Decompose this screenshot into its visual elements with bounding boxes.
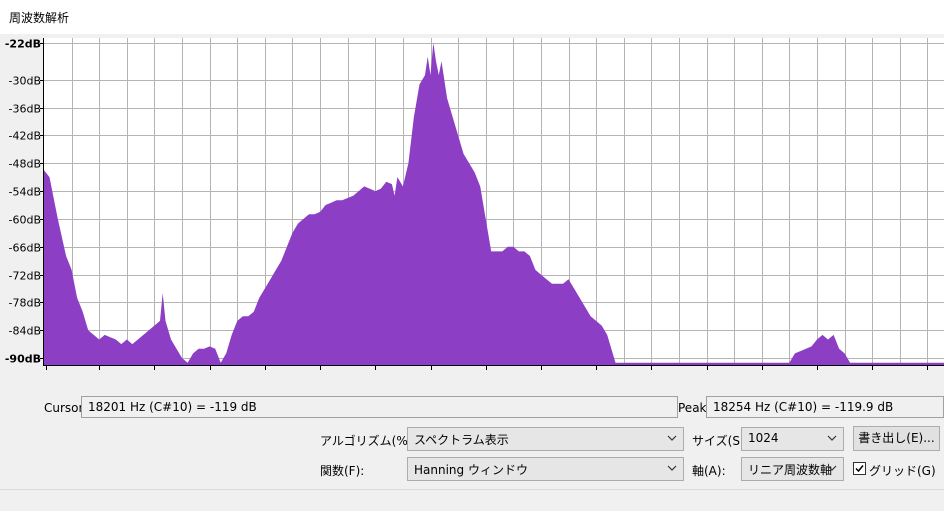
y-tick-label: -60dB [9,214,42,227]
chevron-down-icon [667,435,677,441]
y-tick-label: -54dB [9,186,42,199]
peak-readout: 18254 Hz (C#10) = -119.9 dB [706,396,944,418]
export-button[interactable]: 書き出し(E)... [853,426,940,451]
y-tick-label: -84dB [9,325,42,338]
y-tick-label: -78dB [9,297,42,310]
y-tick-label: -72dB [9,270,42,283]
size-value: 1024 [748,431,779,445]
window-title: 周波数解析 [9,11,70,25]
y-tick-label: -22dB [5,38,41,51]
axis-select[interactable]: リニア周波数軸 [741,457,844,481]
status-bar [0,489,944,511]
function-value: Hanning ウィンドウ [414,463,528,477]
y-tick-label: -42dB [9,130,42,143]
algorithm-select[interactable]: スペクトラム表示 [407,427,684,451]
axis-label: 軸(A): [692,464,726,478]
y-tick-label: -66dB [9,242,42,255]
function-label: 関数(F): [320,464,365,478]
y-tick-label: -90dB [5,353,41,366]
axis-value: リニア周波数軸 [748,463,833,477]
algorithm-value: スペクトラム表示 [414,433,509,447]
spectrum-chart[interactable]: -22dB -30dB -36dB -42dB -48dB -54dB -60dB -66dB… [0,34,944,384]
grid-checkbox[interactable] [853,462,866,475]
size-select[interactable]: 1024 [741,427,844,451]
chevron-down-icon [667,465,677,471]
chevron-down-icon [827,435,837,441]
grid-checkbox-label[interactable]: グリッド(G) [869,462,936,479]
title-bar: 周波数解析 [0,0,944,34]
function-select[interactable]: Hanning ウィンドウ [407,457,684,481]
chevron-down-icon [827,465,837,471]
y-tick-label: -48dB [9,158,42,171]
y-tick-label: -30dB [9,75,42,88]
check-icon [855,465,864,473]
spectrum-plot[interactable]: -22dB -30dB -36dB -42dB -48dB -54dB -60dB -66dB… [0,34,944,384]
cursor-readout: 18201 Hz (C#10) = -119 dB [81,396,678,418]
y-tick-label: -36dB [9,103,42,116]
